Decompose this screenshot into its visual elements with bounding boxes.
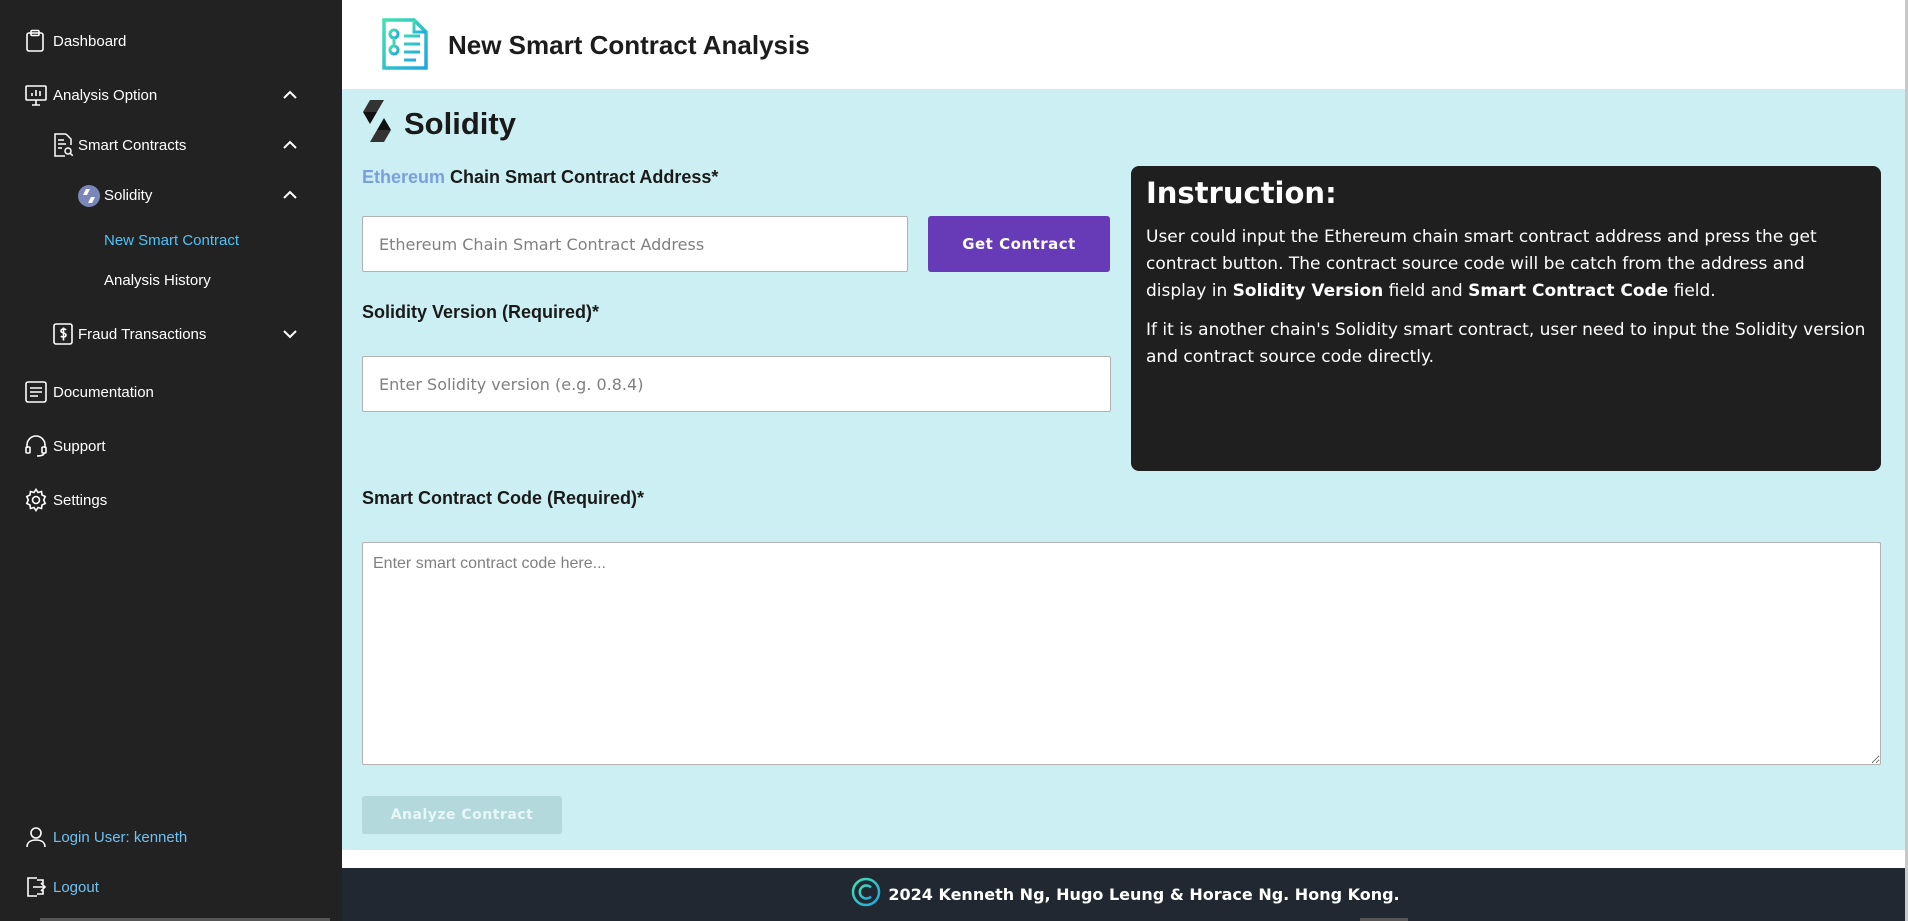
get-contract-button[interactable]: Get Contract bbox=[928, 216, 1110, 272]
code-field-label: Smart Contract Code (Required)* bbox=[362, 488, 645, 508]
solidity-version-input[interactable] bbox=[362, 356, 1111, 412]
sidebar-item-analysis-history[interactable]: Analysis History bbox=[0, 260, 342, 300]
user-icon bbox=[25, 826, 47, 848]
logout-label: Logout bbox=[53, 878, 99, 896]
presentation-chart-icon bbox=[24, 83, 48, 107]
page-header: New Smart Contract Analysis bbox=[342, 0, 1908, 90]
headset-icon bbox=[24, 434, 48, 458]
instruction-paragraph: If it is another chain's Solidity smart … bbox=[1146, 320, 1866, 367]
address-label-text: Chain Smart Contract Address* bbox=[445, 167, 719, 187]
chevron-down-icon[interactable] bbox=[281, 325, 299, 343]
instruction-paragraph: User could input the Ethereum chain smar… bbox=[1146, 227, 1817, 301]
sidebar-item-support[interactable]: Support bbox=[0, 426, 342, 466]
sidebar-item-label: Fraud Transactions bbox=[78, 325, 207, 343]
language-title: Solidity bbox=[404, 106, 516, 141]
analyze-contract-button[interactable]: Analyze Contract bbox=[362, 796, 562, 834]
sidebar-item-label: Documentation bbox=[53, 383, 154, 401]
sidebar-item-settings[interactable]: Settings bbox=[0, 480, 342, 520]
sidebar-item-label: Dashboard bbox=[53, 32, 127, 50]
sidebar-item-fraud-transactions[interactable]: Fraud Transactions bbox=[0, 314, 342, 354]
instruction-title: Instruction: bbox=[1146, 176, 1337, 210]
clipboard-icon bbox=[24, 29, 46, 53]
sidebar-item-label: Support bbox=[53, 437, 106, 455]
sidebar-item-label: Smart Contracts bbox=[78, 136, 187, 154]
contract-code-textarea[interactable] bbox=[362, 542, 1881, 765]
sidebar-item-label: Analysis History bbox=[104, 271, 211, 289]
sidebar-item-logout[interactable]: Logout bbox=[0, 867, 342, 907]
document-search-icon bbox=[52, 133, 74, 157]
sidebar-item-label: New Smart Contract bbox=[104, 231, 240, 249]
footer: 2024 Kenneth Ng, Hugo Leung & Horace Ng.… bbox=[342, 868, 1908, 921]
address-field-label: Ethereum Chain Smart Contract Address* bbox=[362, 167, 718, 188]
dollar-icon bbox=[52, 322, 74, 346]
solidity-logo-icon bbox=[77, 184, 101, 208]
sidebar-item-label: Settings bbox=[53, 491, 108, 509]
sidebar-item-label: Solidity bbox=[104, 186, 153, 204]
solidity-logo-icon bbox=[362, 100, 392, 147]
page-title: New Smart Contract Analysis bbox=[448, 30, 810, 60]
sidebar-item-new-smart-contract[interactable]: New Smart Contract bbox=[0, 220, 342, 260]
sidebar-item-dashboard[interactable]: Dashboard bbox=[0, 21, 342, 61]
sidebar-item-smart-contracts[interactable]: Smart Contracts bbox=[0, 125, 342, 165]
main-content: Solidity Ethereum Chain Smart Contract A… bbox=[342, 90, 1908, 850]
sidebar-item-analysis-option[interactable]: Analysis Option bbox=[0, 75, 342, 115]
sidebar-item-solidity[interactable]: Solidity bbox=[0, 175, 342, 215]
contract-address-input[interactable] bbox=[362, 216, 908, 272]
sidebar: Dashboard Analysis Option Smart Contract… bbox=[0, 0, 342, 921]
sidebar-item-label: Analysis Option bbox=[53, 86, 158, 104]
chevron-up-icon[interactable] bbox=[281, 86, 299, 104]
gear-icon bbox=[24, 488, 48, 512]
version-field-label: Solidity Version (Required)* bbox=[362, 302, 600, 322]
sidebar-item-documentation[interactable]: Documentation bbox=[0, 372, 342, 412]
instruction-panel: Instruction: User could input the Ethere… bbox=[1131, 166, 1881, 471]
document-icon bbox=[24, 380, 48, 404]
logout-icon bbox=[25, 876, 47, 898]
sidebar-item-login-user[interactable]: Login User: kenneth bbox=[0, 817, 342, 857]
chain-name: Ethereum bbox=[362, 167, 446, 187]
footer-spacer bbox=[342, 850, 1908, 868]
copyright-icon bbox=[850, 876, 882, 913]
chevron-up-icon[interactable] bbox=[281, 136, 299, 154]
chevron-up-icon[interactable] bbox=[281, 186, 299, 204]
login-user-label: Login User: kenneth bbox=[53, 828, 188, 846]
footer-text: 2024 Kenneth Ng, Hugo Leung & Horace Ng.… bbox=[888, 885, 1400, 904]
contract-document-icon bbox=[380, 18, 432, 75]
